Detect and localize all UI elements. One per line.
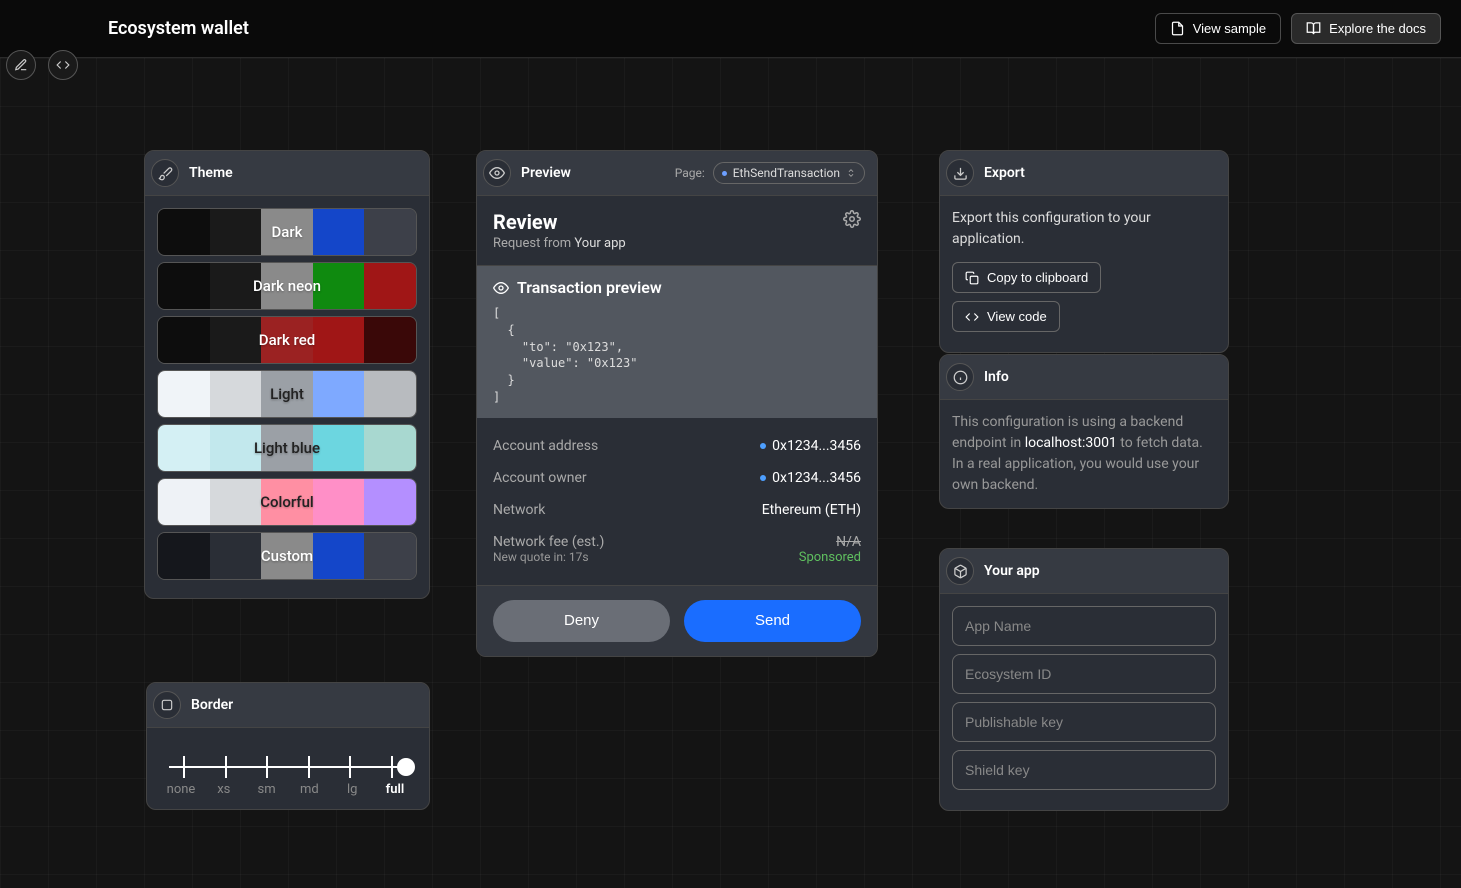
square-icon (153, 691, 181, 719)
explore-docs-button[interactable]: Explore the docs (1291, 13, 1441, 44)
export-text: Export this configuration to your applic… (952, 208, 1216, 250)
theme-option-label: Dark (158, 223, 416, 241)
preview-panel: Preview Page: EthSendTransaction Review … (476, 150, 878, 657)
eye-icon (493, 280, 509, 296)
page-title: Ecosystem wallet (108, 18, 249, 39)
view-code-button[interactable]: View code (952, 301, 1060, 332)
theme-option-dark-neon[interactable]: Dark neon (157, 262, 417, 310)
export-panel-header: Export (940, 151, 1228, 196)
border-option-xs[interactable]: xs (206, 782, 242, 797)
theme-option-colorful[interactable]: Colorful (157, 478, 417, 526)
border-option-md[interactable]: md (291, 782, 327, 797)
tx-code: [ { "to": "0x123", "value": "0x123" } ] (493, 305, 861, 406)
network-fee-label: Network fee (est.) (493, 534, 604, 550)
sponsored-label: Sponsored (799, 550, 861, 565)
your-app-panel-header: Your app (940, 549, 1228, 594)
dot-icon (722, 171, 727, 176)
review-title: Review (493, 210, 626, 234)
box-icon (946, 557, 974, 585)
theme-option-label: Custom (158, 547, 416, 565)
border-option-none[interactable]: none (163, 782, 199, 797)
header-actions: View sample Explore the docs (1155, 13, 1441, 44)
transaction-details: Account address 0x1234...3456 Account ow… (477, 418, 877, 585)
theme-option-custom[interactable]: Custom (157, 532, 417, 580)
border-option-sm[interactable]: sm (249, 782, 285, 797)
border-option-lg[interactable]: lg (334, 782, 370, 797)
theme-option-label: Light blue (158, 439, 416, 457)
border-slider-knob[interactable] (397, 758, 415, 776)
document-icon (1170, 21, 1185, 36)
network-value: Ethereum (ETH) (762, 502, 861, 518)
app-header: Ecosystem wallet View sample Explore the… (0, 0, 1461, 58)
canvas[interactable]: Theme Dark Dark neon Dark red Light Light bl… (0, 58, 1461, 888)
theme-option-label: Dark red (158, 331, 416, 349)
edit-tool-button[interactable] (6, 50, 36, 80)
theme-option-dark[interactable]: Dark (157, 208, 417, 256)
theme-panel: Theme Dark Dark neon Dark red Light Light bl… (144, 150, 430, 599)
view-sample-button[interactable]: View sample (1155, 13, 1281, 44)
clipboard-icon (965, 271, 979, 285)
your-app-panel: Your app (939, 548, 1229, 811)
eye-icon (483, 159, 511, 187)
new-quote-label: New quote in: 17s (493, 550, 604, 564)
theme-option-label: Colorful (158, 493, 416, 511)
theme-panel-header: Theme (145, 151, 429, 196)
download-icon (946, 159, 974, 187)
tx-preview-label: Transaction preview (517, 278, 662, 297)
info-icon (946, 363, 974, 391)
action-row: Deny Send (477, 585, 877, 656)
send-button[interactable]: Send (684, 600, 861, 642)
ecosystem-id-input[interactable] (952, 654, 1216, 694)
theme-option-light-blue[interactable]: Light blue (157, 424, 417, 472)
border-option-full[interactable]: full (377, 782, 413, 797)
theme-option-light[interactable]: Light (157, 370, 417, 418)
chevron-updown-icon (846, 168, 856, 178)
border-body: nonexssmmdlgfull (147, 728, 429, 809)
page-selector[interactable]: EthSendTransaction (713, 162, 865, 184)
code-tool-button[interactable] (48, 50, 78, 80)
app-name-input[interactable] (952, 606, 1216, 646)
page-label: Page: (675, 166, 705, 180)
theme-options-list: Dark Dark neon Dark red Light Light blue Colo… (145, 196, 429, 598)
network-fee-value: N/A (799, 534, 861, 550)
border-slider[interactable] (169, 756, 407, 778)
dot-icon (760, 443, 766, 449)
code-icon (965, 310, 979, 324)
account-owner-label: Account owner (493, 470, 587, 486)
publishable-key-input[interactable] (952, 702, 1216, 742)
dot-icon (760, 475, 766, 481)
network-label: Network (493, 502, 545, 518)
review-header: Review Request from Your app (477, 196, 877, 265)
your-app-title: Your app (984, 563, 1040, 579)
info-panel: Info This configuration is using a backe… (939, 354, 1229, 509)
shield-key-input[interactable] (952, 750, 1216, 790)
book-icon (1306, 21, 1321, 36)
border-panel: Border nonexssmmdlgfull (146, 682, 430, 810)
info-title: Info (984, 369, 1009, 385)
preview-panel-header: Preview Page: EthSendTransaction (477, 151, 877, 196)
brush-icon (151, 159, 179, 187)
border-title: Border (191, 697, 233, 713)
info-text: This configuration is using a backend en… (952, 412, 1216, 496)
theme-option-label: Dark neon (158, 277, 416, 295)
account-address-label: Account address (493, 438, 598, 454)
preview-title: Preview (521, 165, 571, 181)
account-owner-value: 0x1234...3456 (772, 470, 861, 486)
deny-button[interactable]: Deny (493, 600, 670, 642)
review-subtitle: Request from Your app (493, 236, 626, 251)
border-panel-header: Border (147, 683, 429, 728)
gear-icon[interactable] (843, 210, 861, 228)
theme-option-label: Light (158, 385, 416, 403)
export-title: Export (984, 165, 1025, 181)
theme-title: Theme (189, 165, 233, 181)
account-address-value: 0x1234...3456 (772, 438, 861, 454)
export-panel: Export Export this configuration to your… (939, 150, 1229, 353)
transaction-preview: Transaction preview [ { "to": "0x123", "… (477, 265, 877, 418)
copy-to-clipboard-button[interactable]: Copy to clipboard (952, 262, 1101, 293)
theme-option-dark-red[interactable]: Dark red (157, 316, 417, 364)
info-panel-header: Info (940, 355, 1228, 400)
